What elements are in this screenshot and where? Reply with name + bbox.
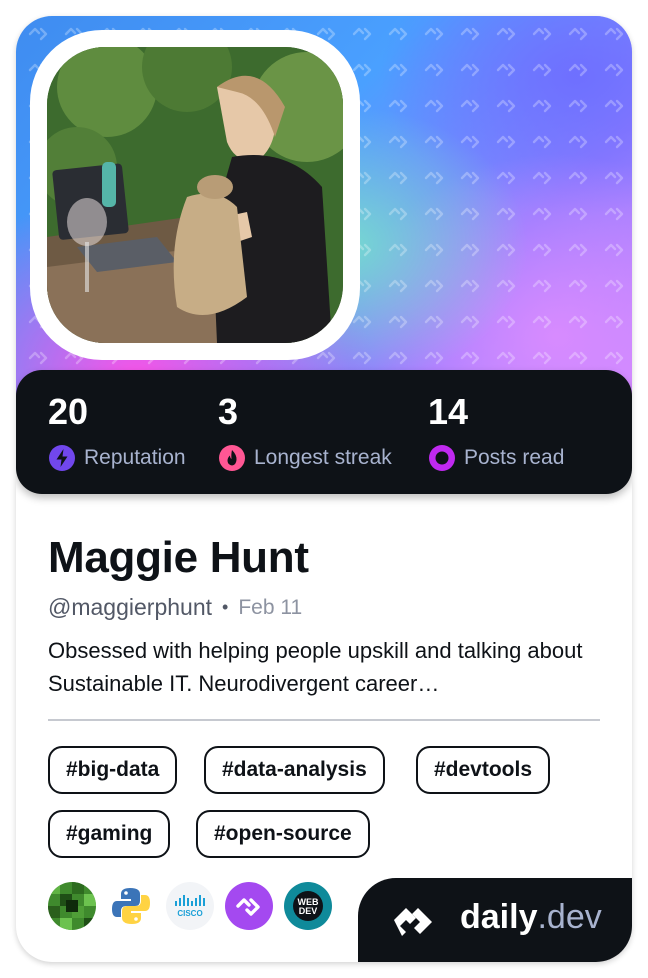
stat-value: 14 [428, 391, 469, 432]
tag-gaming[interactable]: #gaming [48, 810, 171, 858]
profile-date: Feb 11 [238, 595, 303, 619]
python-icon[interactable] [107, 882, 155, 930]
stats-bar: 20 Reputation 3 Longest streak 14 Posts … [16, 370, 632, 494]
bolt-icon [49, 445, 75, 471]
stat-reputation: 20 Reputation [48, 390, 186, 472]
stat-longest-streak: 3 Longest streak [218, 390, 392, 472]
stat-label: Posts read [464, 446, 565, 469]
brand-suffix: .dev [537, 898, 602, 936]
minecraft-icon[interactable] [48, 882, 96, 930]
stat-label: Reputation [84, 446, 186, 469]
stat-value: 3 [218, 391, 239, 432]
stat-label: Longest streak [254, 446, 392, 469]
svg-text:DEV: DEV [299, 906, 318, 916]
tag-big-data[interactable]: #big-data [48, 746, 178, 794]
svg-text:CISCO: CISCO [177, 909, 202, 918]
brand-name: daily [460, 898, 538, 936]
stat-value: 20 [48, 391, 89, 432]
brand-wordmark: daily.dev [460, 898, 602, 937]
avatar-frame [30, 30, 360, 360]
profile-handle[interactable]: @maggierphunt [48, 594, 212, 621]
daily-dev-logo-icon [394, 908, 432, 936]
profile-name: Maggie Hunt [48, 533, 309, 582]
avatar[interactable] [47, 47, 343, 343]
profile-meta: @maggierphunt • Feb 11 [48, 594, 302, 621]
avatar-photo [47, 47, 343, 343]
divider [48, 719, 600, 721]
tag-devtools[interactable]: #devtools [416, 746, 551, 794]
webdev-icon[interactable]: WEB DEV [284, 882, 332, 930]
meta-separator: • [222, 597, 229, 617]
cisco-icon[interactable]: CISCO [166, 882, 214, 930]
stat-posts-read: 14 Posts read [428, 390, 564, 472]
brand-badge[interactable]: daily.dev [358, 878, 632, 962]
eye-ring-icon [429, 445, 455, 471]
tag-open-source[interactable]: #open-source [196, 810, 370, 858]
profile-bio: Obsessed with helping people upskill and… [48, 638, 583, 696]
tag-data-analysis[interactable]: #data-analysis [204, 746, 385, 794]
daily-dev-icon[interactable] [225, 882, 273, 930]
stack-icons: CISCO WEB DEV [48, 882, 343, 930]
devcard: 20 Reputation 3 Longest streak 14 Posts … [16, 16, 632, 962]
flame-icon [219, 445, 245, 471]
